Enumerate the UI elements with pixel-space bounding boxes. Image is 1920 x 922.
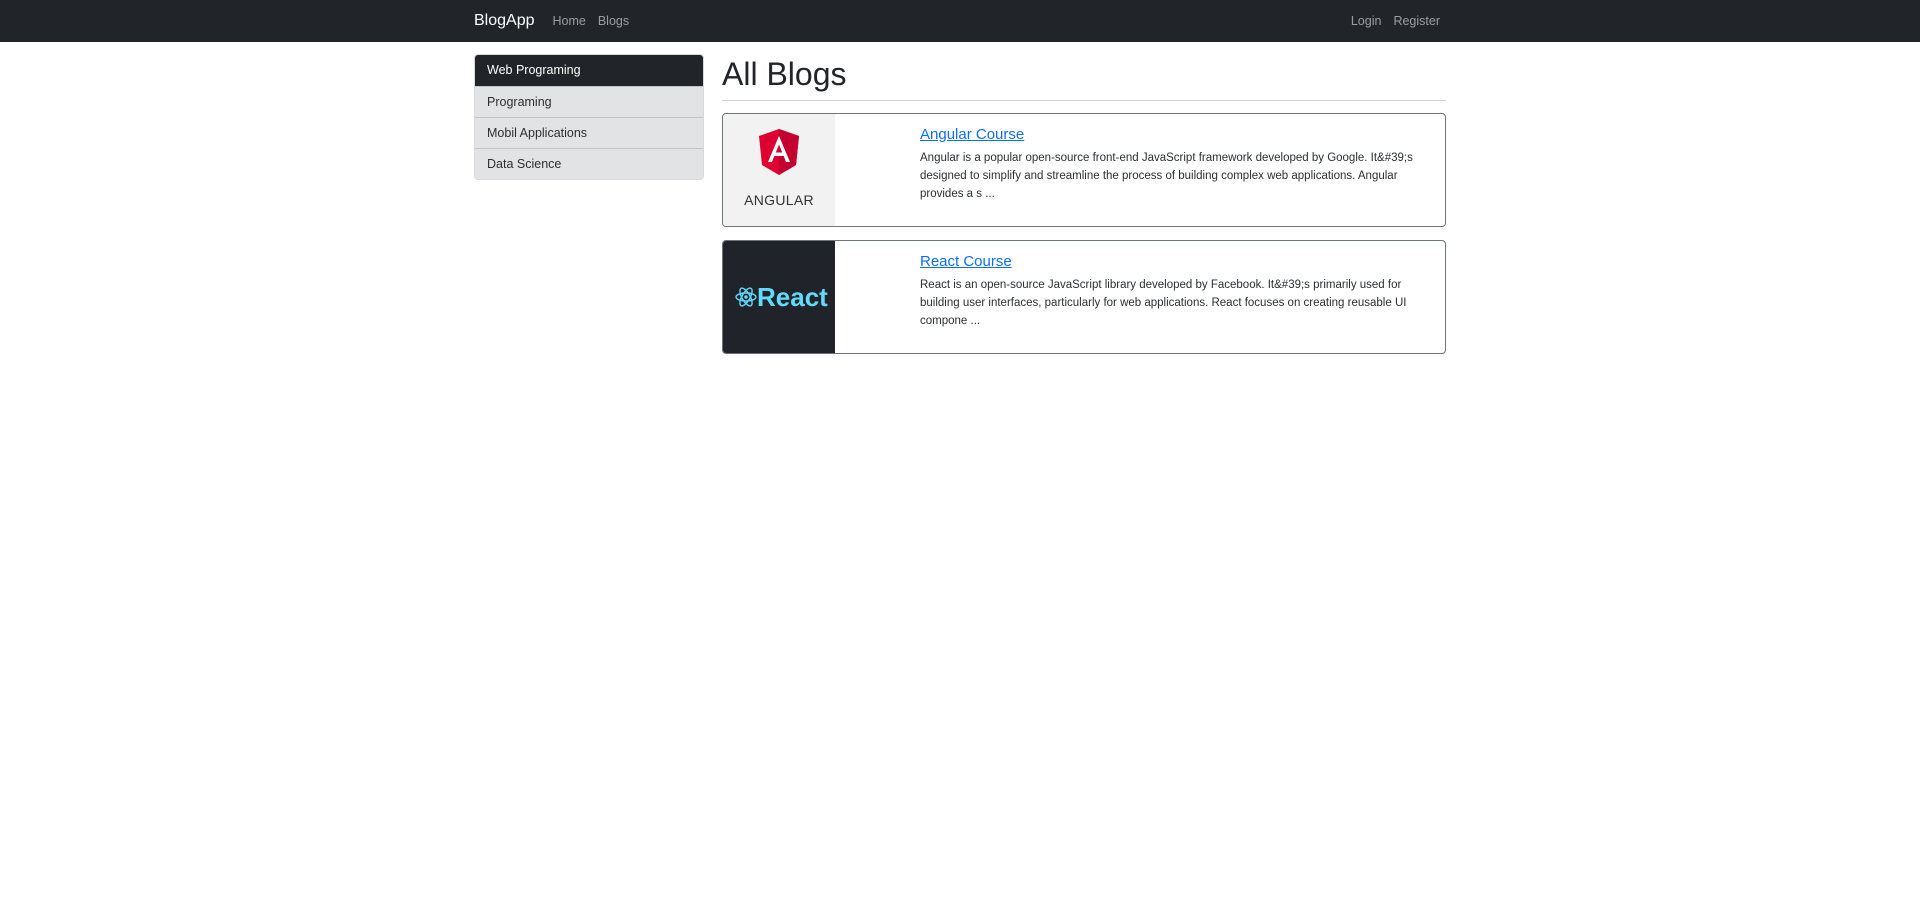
category-sidebar: Web Programing Programing Mobil Applicat… [474, 54, 704, 180]
blog-card-body: Angular Course Angular is a popular open… [835, 114, 1445, 226]
blog-excerpt: React is an open-source JavaScript libra… [920, 279, 1407, 327]
react-logo-icon: React [735, 282, 828, 312]
sidebar-item-web-programing[interactable]: Web Programing [475, 55, 703, 86]
navbar-container: BlogApp Home Blogs Login Register [474, 0, 1446, 42]
navbar-right: Login Register [1339, 14, 1446, 28]
top-navbar: BlogApp Home Blogs Login Register [0, 0, 1920, 42]
title-divider [722, 100, 1446, 101]
sidebar-item-mobil-applications[interactable]: Mobil Applications [475, 117, 703, 148]
blog-card-react: React React Course React is an open-sour… [722, 240, 1446, 354]
sidebar-item-programing[interactable]: Programing [475, 86, 703, 117]
blog-excerpt: Angular is a popular open-source front-e… [920, 152, 1413, 200]
blog-card-angular: ANGULAR Angular Course Angular is a popu… [722, 113, 1446, 227]
nav-link-login[interactable]: Login [1351, 14, 1382, 28]
blog-card-body: React Course React is an open-source Jav… [835, 241, 1445, 353]
nav-link-blogs[interactable]: Blogs [598, 14, 629, 28]
angular-logo-text: ANGULAR [744, 192, 814, 208]
sidebar-item-data-science[interactable]: Data Science [475, 148, 703, 179]
brand-link[interactable]: BlogApp [474, 12, 535, 30]
navbar-left: BlogApp Home Blogs [474, 12, 641, 30]
nav-link-register[interactable]: Register [1393, 14, 1440, 28]
main-content: All Blogs ANGULAR Angular Course Angular… [722, 54, 1446, 367]
blog-thumbnail-angular[interactable]: ANGULAR [723, 114, 835, 226]
angular-logo-icon: ANGULAR [744, 129, 814, 208]
page-title: All Blogs [722, 56, 847, 92]
blog-thumbnail-react[interactable]: React [723, 241, 835, 353]
blog-title-link[interactable]: Angular Course [920, 126, 1427, 143]
react-logo-text: React [757, 282, 828, 312]
page-container: Web Programing Programing Mobil Applicat… [474, 54, 1446, 367]
nav-link-home[interactable]: Home [553, 14, 586, 28]
blog-title-link[interactable]: React Course [920, 253, 1427, 270]
